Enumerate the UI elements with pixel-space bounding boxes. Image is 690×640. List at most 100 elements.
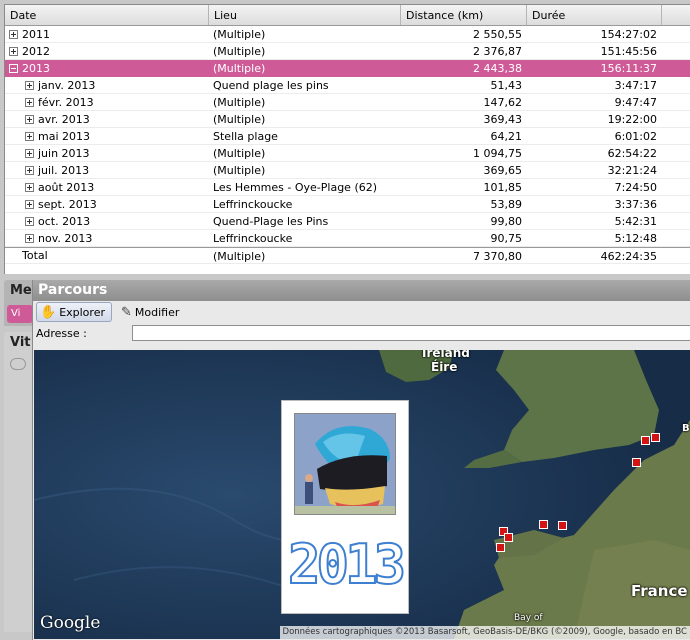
route-marker[interactable] <box>539 520 548 529</box>
row-distance: 2 550,55 <box>473 28 522 41</box>
expand-icon[interactable] <box>25 114 34 124</box>
table-row[interactable]: avr. 2013 (Multiple) 369,43 19:22:00 <box>5 111 690 128</box>
row-lieu: (Multiple) <box>213 96 266 109</box>
row-lieu: Leffrinckoucke <box>213 198 293 211</box>
route-marker[interactable] <box>641 436 650 445</box>
route-marker[interactable] <box>504 533 513 542</box>
edit-icon: ✎ <box>121 304 132 320</box>
row-date: janv. 2013 <box>38 78 96 92</box>
row-distance: 90,75 <box>490 232 523 245</box>
expand-icon[interactable] <box>25 216 34 226</box>
row-date: mai 2013 <box>38 129 91 143</box>
row-date: juil. 2013 <box>38 163 90 177</box>
row-lieu: (Multiple) <box>213 28 266 41</box>
row-duree: 19:22:00 <box>607 113 657 126</box>
row-lieu: Quend-Plage les Pins <box>213 215 329 228</box>
row-lieu: Leffrinckoucke <box>213 232 293 245</box>
table-row[interactable]: août 2013 Les Hemmes - Oye-Plage (62) 101,… <box>5 179 690 196</box>
table-row[interactable]: mai 2013 Stella plage 64,21 6:01:02 <box>5 128 690 145</box>
row-duree: 7:24:50 <box>614 181 657 194</box>
collapse-icon[interactable] <box>9 63 18 73</box>
row-duree: 151:45:56 <box>600 45 657 58</box>
expand-icon[interactable] <box>9 29 18 39</box>
row-lieu: (Multiple) <box>213 45 266 58</box>
route-marker[interactable] <box>651 433 660 442</box>
expand-icon[interactable] <box>25 97 34 107</box>
expand-icon[interactable] <box>25 80 34 90</box>
row-duree: 3:47:17 <box>614 79 657 92</box>
table-row[interactable]: 2013 (Multiple) 2 443,38 156:11:37 <box>5 60 690 77</box>
table-row[interactable]: oct. 2013 Quend-Plage les Pins 99,80 5:42:3… <box>5 213 690 230</box>
row-duree: 154:27:02 <box>600 28 657 41</box>
row-duree: 3:37:36 <box>614 198 657 211</box>
google-logo: Google <box>40 613 101 633</box>
total-lieu: (Multiple) <box>213 250 266 263</box>
route-marker[interactable] <box>632 458 641 467</box>
table-row[interactable]: juin 2013 (Multiple) 1 094,75 62:54:22 <box>5 145 690 162</box>
modify-button[interactable]: ✎ Modifier <box>118 303 185 321</box>
map-label-bay: Bay of <box>514 613 543 623</box>
table-row[interactable]: 2011 (Multiple) 2 550,55 154:27:02 <box>5 26 690 43</box>
row-duree: 156:11:37 <box>600 62 657 75</box>
map-toolbar: ✋ Explorer ✎ Modifier <box>33 301 690 323</box>
total-row: Total (Multiple) 7 370,80 462:24:35 <box>5 247 690 264</box>
row-date: juin 2013 <box>38 146 90 160</box>
row-distance: 51,43 <box>490 79 523 92</box>
expand-icon[interactable] <box>25 165 34 175</box>
row-duree: 6:01:02 <box>614 130 657 143</box>
table-row[interactable]: 2012 (Multiple) 2 376,87 151:45:56 <box>5 43 690 60</box>
year-popup[interactable]: 2013 <box>281 400 409 614</box>
panel-title: Parcours <box>33 280 690 301</box>
map-label-edge: B <box>682 423 690 434</box>
table-row[interactable]: janv. 2013 Quend plage les pins 51,43 3:47:… <box>5 77 690 94</box>
expand-icon[interactable] <box>25 182 34 192</box>
row-lieu: Les Hemmes - Oye-Plage (62) <box>213 181 378 194</box>
row-duree: 5:42:31 <box>614 215 657 228</box>
column-header-lieu[interactable]: Lieu <box>209 5 401 25</box>
me-panel-tab[interactable]: Me Vi <box>4 280 34 326</box>
row-date: nov. 2013 <box>38 231 93 245</box>
row-distance: 99,80 <box>490 215 523 228</box>
expand-icon[interactable] <box>9 46 18 56</box>
row-distance: 369,65 <box>483 164 523 177</box>
map-label-eire: Éire <box>431 360 458 374</box>
activity-grid[interactable]: Date Lieu Distance (km) Durée 2011 (Multi… <box>4 4 690 274</box>
row-lieu: (Multiple) <box>213 113 266 126</box>
row-distance: 1 094,75 <box>473 147 522 160</box>
total-label: Total <box>22 249 48 262</box>
kite-photo <box>294 413 396 515</box>
map-label-france: France <box>631 582 688 600</box>
route-marker[interactable] <box>558 521 567 530</box>
row-date: 2012 <box>22 44 50 58</box>
map-label-ireland: Ireland <box>422 350 470 360</box>
expand-icon[interactable] <box>25 233 34 243</box>
row-duree: 32:21:24 <box>607 164 657 177</box>
expand-icon[interactable] <box>25 199 34 209</box>
route-marker[interactable] <box>496 543 505 552</box>
me-panel-button[interactable]: Vi <box>7 305 33 323</box>
row-date: oct. 2013 <box>38 214 91 228</box>
table-row[interactable]: juil. 2013 (Multiple) 369,65 32:21:24 <box>5 162 690 179</box>
column-header-duree[interactable]: Durée <box>527 5 662 25</box>
table-row[interactable]: févr. 2013 (Multiple) 147,62 9:47:47 <box>5 94 690 111</box>
row-lieu: Quend plage les pins <box>213 79 329 92</box>
explore-button[interactable]: ✋ Explorer <box>36 302 112 322</box>
link-icon[interactable] <box>10 358 26 370</box>
row-date: 2013 <box>22 61 50 75</box>
expand-icon[interactable] <box>25 131 34 141</box>
map-view[interactable]: Ireland Éire France Bay of B 2013 Google <box>34 350 690 639</box>
address-input[interactable] <box>132 325 690 341</box>
row-duree: 62:54:22 <box>607 147 657 160</box>
expand-icon[interactable] <box>25 148 34 158</box>
row-date: avr. 2013 <box>38 112 90 126</box>
vi-panel-label: Vit <box>10 335 31 350</box>
address-label: Adresse : <box>36 326 87 340</box>
table-row[interactable]: nov. 2013 Leffrinckoucke 90,75 5:12:48 <box>5 230 690 247</box>
column-header-distance[interactable]: Distance (km) <box>401 5 527 25</box>
vi-panel-tab[interactable]: Vit <box>4 332 34 632</box>
year-label: 2013 <box>287 532 407 597</box>
column-header-date[interactable]: Date <box>5 5 209 25</box>
table-row[interactable]: sept. 2013 Leffrinckoucke 53,89 3:37:36 <box>5 196 690 213</box>
total-distance: 7 370,80 <box>473 250 522 263</box>
grid-header: Date Lieu Distance (km) Durée <box>5 5 690 26</box>
